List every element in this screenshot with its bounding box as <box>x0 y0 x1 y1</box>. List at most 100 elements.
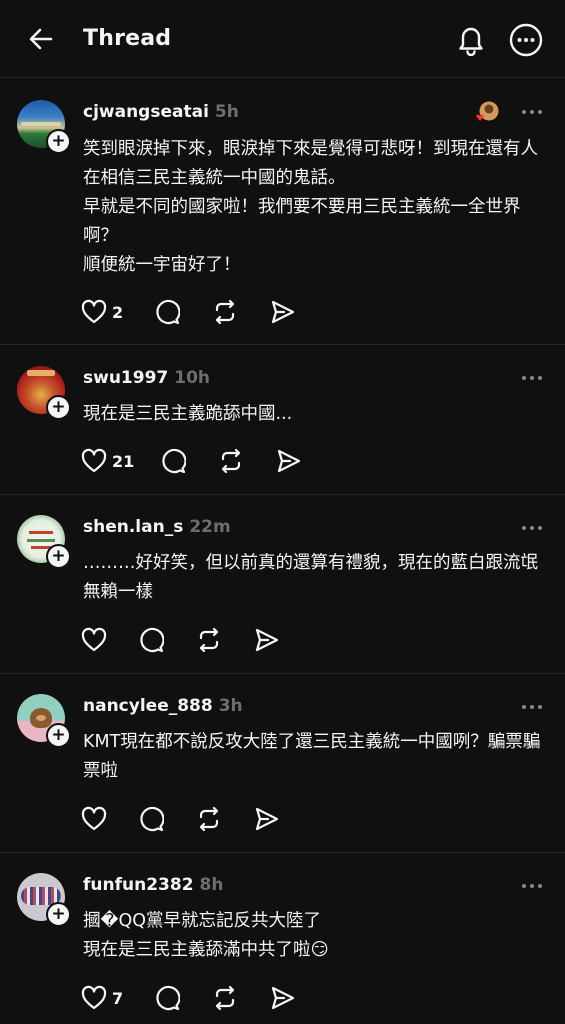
like-button[interactable] <box>80 627 138 653</box>
like-button[interactable]: 2 <box>80 299 154 325</box>
like-button[interactable]: 21 <box>80 448 160 474</box>
share-button[interactable] <box>254 627 294 653</box>
share-button[interactable] <box>270 985 310 1011</box>
post-text: 現在是三民主義跪舔中國... <box>83 404 293 424</box>
post-options-button[interactable] <box>518 520 546 536</box>
post-actions: 21 <box>80 447 316 475</box>
username[interactable]: swu1997 <box>83 368 168 388</box>
post-options-button[interactable] <box>518 370 546 386</box>
arrow-left-icon <box>29 28 53 50</box>
username[interactable]: funfun2382 <box>83 875 194 895</box>
post-actions <box>80 805 294 833</box>
top-bar: Thread <box>0 0 565 78</box>
comment-icon <box>140 627 164 653</box>
post-actions: 7 <box>80 984 310 1012</box>
share-button[interactable] <box>270 299 310 325</box>
username[interactable]: cjwangseatai <box>83 102 209 122</box>
share-button[interactable] <box>276 448 316 474</box>
username[interactable]: shen.lan_s <box>83 517 183 537</box>
avatar-button[interactable]: + <box>17 694 71 748</box>
avatar-button[interactable]: + <box>17 873 71 927</box>
thread-reply: + cjwangseatai 5h 笑到眼淚掉下來，眼淚掉下來是覺得可悲呀！到現在… <box>0 78 565 345</box>
ellipsis-icon <box>522 110 542 114</box>
repost-icon <box>215 985 235 1011</box>
repost-button[interactable] <box>212 985 270 1011</box>
avatar-button[interactable]: + <box>17 366 71 420</box>
follow-plus-icon[interactable]: + <box>46 723 71 748</box>
follow-plus-icon[interactable]: + <box>46 395 71 420</box>
post-options-button[interactable] <box>518 104 546 120</box>
like-count: 7 <box>112 988 124 1008</box>
timestamp: 10h <box>174 368 211 388</box>
post-text: 笑到眼淚掉下來，眼淚掉下來是覺得可悲呀！到現在還有人在相信三民主義統一中國的鬼話… <box>83 139 538 275</box>
send-icon <box>277 449 301 473</box>
heart-icon <box>81 985 107 1010</box>
repost-icon <box>199 806 219 832</box>
post-text: 摑�QQ黨早就忘記反共大陸了 現在是三民主義舔滿中共了啦😏 <box>83 911 329 960</box>
heart-icon <box>81 627 107 652</box>
ellipsis-icon <box>522 884 542 888</box>
more-options-button[interactable] <box>507 21 545 59</box>
avatar-button[interactable]: + <box>17 100 71 154</box>
post-actions: 2 <box>80 298 310 326</box>
heart-icon <box>81 806 107 831</box>
avatar-button[interactable]: + <box>17 515 71 569</box>
post-text: ………好好笑，但以前真的還算有禮貌，現在的藍白跟流氓無賴一樣 <box>83 553 538 602</box>
username[interactable]: nancylee_888 <box>83 696 213 716</box>
post-meta: shen.lan_s 22m <box>83 515 231 539</box>
comment-icon <box>162 448 186 474</box>
post-text: KMT現在都不說反攻大陸了還三民主義統一中國咧？騙票騙票啦 <box>83 732 541 781</box>
heart-icon <box>81 448 107 473</box>
more-circle-icon <box>509 23 543 57</box>
send-icon <box>271 986 295 1010</box>
like-button[interactable] <box>80 806 138 832</box>
repost-button[interactable] <box>196 627 254 653</box>
ellipsis-icon <box>522 526 542 530</box>
back-button[interactable] <box>24 22 58 56</box>
reply-button[interactable] <box>138 627 196 653</box>
repost-icon <box>221 448 241 474</box>
follow-plus-icon[interactable]: + <box>46 544 71 569</box>
send-icon <box>255 628 279 652</box>
follow-plus-icon[interactable]: + <box>46 129 71 154</box>
thread-reply: + funfun2382 8h 摑�QQ黨早就忘記反共大陸了 現在是三民主義舔滿中… <box>0 853 565 1024</box>
thread-reply: + swu1997 10h 現在是三民主義跪舔中國... 21 <box>0 345 565 495</box>
send-icon <box>271 300 295 324</box>
repost-button[interactable] <box>212 299 270 325</box>
reply-button[interactable] <box>138 806 196 832</box>
thread-screen: Thread + cjwangseatai 5h 笑到眼淚掉下來，眼淚掉下來是覺… <box>0 0 565 1024</box>
reply-button[interactable] <box>160 448 218 474</box>
heart-icon <box>81 299 107 324</box>
send-icon <box>255 807 279 831</box>
ellipsis-icon <box>522 376 542 380</box>
page-title: Thread <box>83 26 172 51</box>
post-meta: swu1997 10h <box>83 366 210 390</box>
reactor-avatar <box>474 98 502 126</box>
timestamp: 22m <box>189 517 231 537</box>
repost-button[interactable] <box>218 448 276 474</box>
comment-icon <box>156 299 180 325</box>
reply-button[interactable] <box>154 299 212 325</box>
timestamp: 8h <box>199 875 224 895</box>
follow-plus-icon[interactable]: + <box>46 902 71 927</box>
post-actions <box>80 626 294 654</box>
repost-icon <box>215 299 235 325</box>
comment-icon <box>156 985 180 1011</box>
thread-reply: + shen.lan_s 22m ………好好笑，但以前真的還算有禮貌，現在的藍白跟… <box>0 495 565 674</box>
reply-button[interactable] <box>154 985 212 1011</box>
repost-icon <box>199 627 219 653</box>
post-options-button[interactable] <box>518 699 546 715</box>
thread-reply: + nancylee_888 3h KMT現在都不說反攻大陸了還三民主義統一中國咧… <box>0 674 565 853</box>
share-button[interactable] <box>254 806 294 832</box>
like-button[interactable]: 7 <box>80 985 154 1011</box>
post-meta: nancylee_888 3h <box>83 694 243 718</box>
post-meta: funfun2382 8h <box>83 873 223 897</box>
timestamp: 3h <box>218 696 243 716</box>
timestamp: 5h <box>214 102 239 122</box>
ellipsis-icon <box>522 705 542 709</box>
notifications-button[interactable] <box>452 21 490 59</box>
post-meta: cjwangseatai 5h <box>83 100 239 124</box>
post-options-button[interactable] <box>518 878 546 894</box>
repost-button[interactable] <box>196 806 254 832</box>
bell-icon <box>459 27 483 56</box>
